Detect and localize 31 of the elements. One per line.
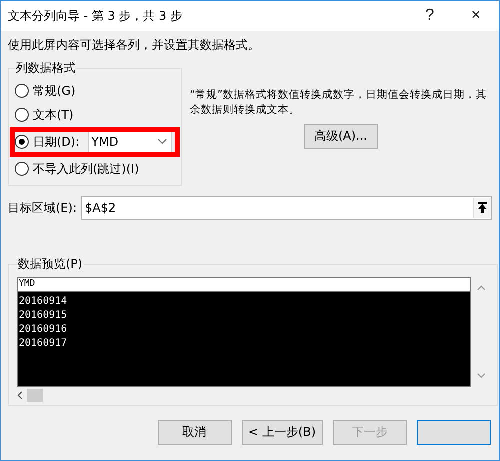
table-cell-text: 20160916 [19, 323, 68, 337]
option-label[interactable]: 日期(D): [33, 134, 80, 150]
option-label[interactable]: 文本(T) [33, 106, 74, 124]
upload-arrow-icon [478, 202, 487, 214]
description-text: “常规”数据格式将数值转换成数字，日期值会转换成日期，其余数据则转换成文本。 [190, 88, 488, 118]
dialog-button[interactable]: < 上一步(B) [242, 420, 323, 445]
column-header: YMD [18, 278, 470, 292]
table-cell-text: 20160915 [19, 309, 68, 323]
radio-button[interactable] [15, 135, 29, 149]
scrollbar-thumb[interactable] [27, 388, 43, 402]
help-button[interactable]: ? [407, 1, 453, 31]
advanced-button[interactable]: 高级(A)... [304, 124, 378, 149]
group-title: 数据预览(P) [17, 256, 84, 273]
window-title: 文本分列向导 - 第 3 步，共 3 步 [8, 8, 184, 24]
scroll-left-icon[interactable] [17, 390, 23, 400]
radio-button[interactable] [15, 84, 29, 98]
collapse-button[interactable] [473, 198, 491, 218]
radio-button[interactable] [15, 162, 29, 176]
option-label[interactable]: 不导入此列(跳过)(I) [33, 160, 140, 178]
destination-label: 目标区域(E): [8, 200, 77, 216]
table-cell-text: 20160914 [19, 295, 68, 309]
table-cell-text: 20160917 [19, 337, 68, 351]
group-title: 列数据格式 [15, 60, 77, 77]
close-button[interactable]: × [453, 1, 499, 31]
radio-button[interactable] [15, 108, 29, 122]
instruction-text: 使用此屏内容可选择各列，并设置其数据格式。 [8, 37, 261, 54]
date-format-dropdown[interactable]: YMD [88, 131, 172, 153]
destination-field[interactable]: $A$2 [81, 196, 492, 220]
finish-button[interactable] [417, 420, 491, 445]
option-label[interactable]: 常规(G) [33, 82, 76, 100]
dialog-button[interactable]: 取消 [158, 420, 232, 445]
